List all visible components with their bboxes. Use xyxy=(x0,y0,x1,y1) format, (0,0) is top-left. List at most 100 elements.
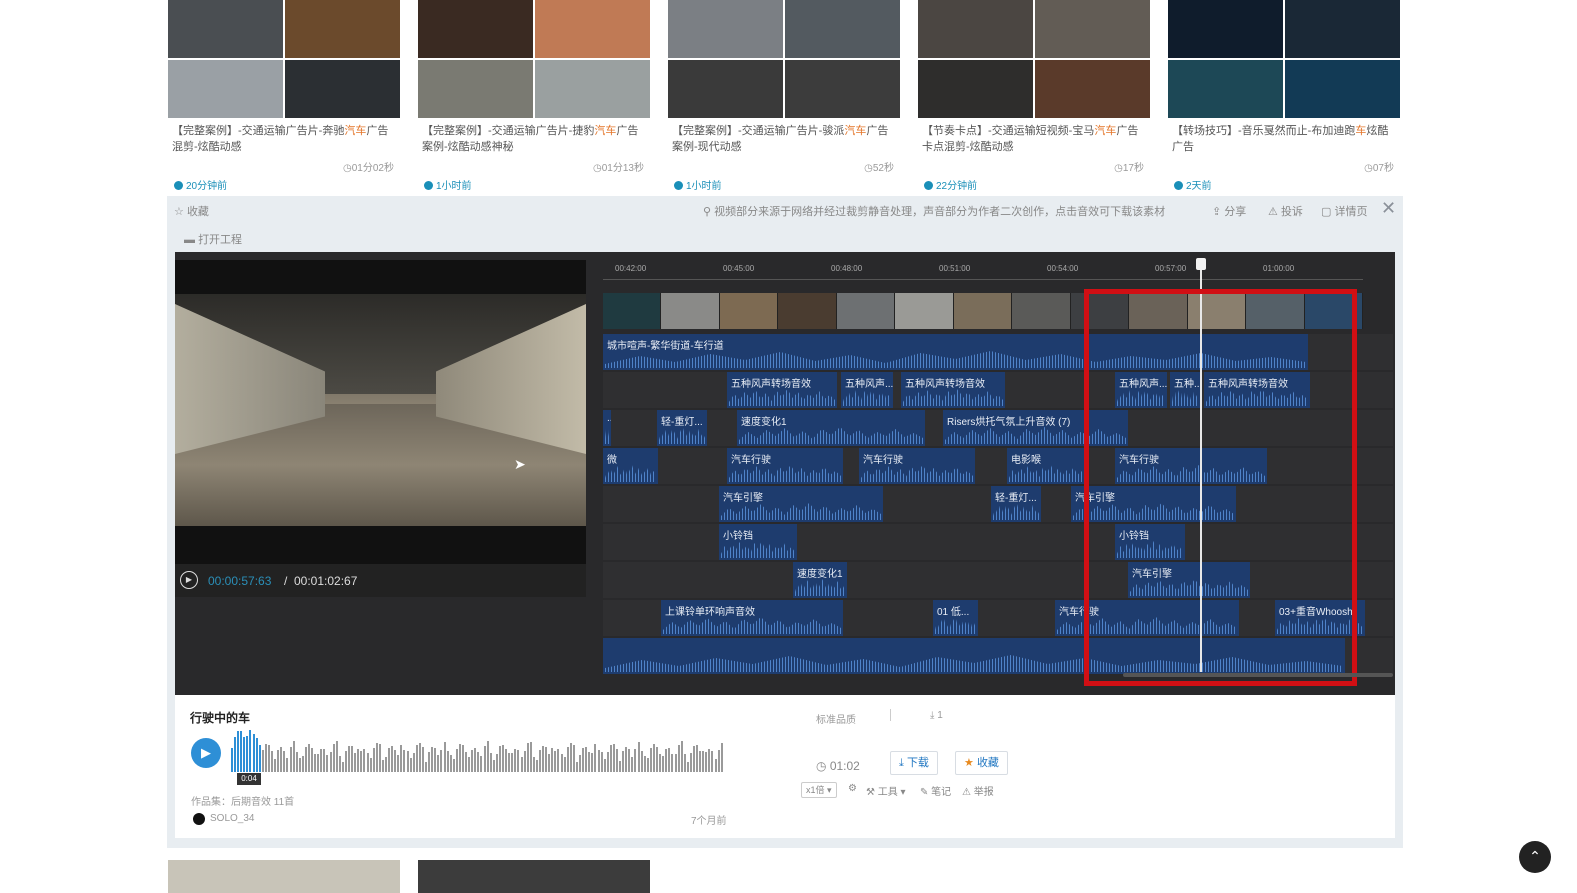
video-clip-thumbnail[interactable] xyxy=(953,293,1013,329)
video-clip-thumbnail[interactable] xyxy=(719,293,779,329)
card-title[interactable]: 【完整案例】-交通运输广告片-骏派汽车广告案例-现代动感 xyxy=(672,123,898,155)
video-card[interactable]: 【完整案例】-交通运输广告片-骏派汽车广告案例-现代动感 ◷52秒 1小时前 xyxy=(668,0,900,196)
card-thumbnail[interactable] xyxy=(168,860,400,893)
audio-clip[interactable]: 上课铃单环响声音效 xyxy=(661,600,843,636)
clip-label: ... xyxy=(607,413,611,424)
audio-clip[interactable]: 五种风声转场音效 xyxy=(901,372,1005,408)
waveform-bar xyxy=(563,756,566,772)
video-clip-thumbnail[interactable] xyxy=(1012,293,1071,329)
playhead-handle[interactable] xyxy=(1196,258,1206,270)
note-link[interactable]: ✎ 笔记 xyxy=(920,783,951,798)
audio-clip[interactable]: 汽车行驶 xyxy=(727,448,843,484)
audio-clip[interactable]: 速度变化1 xyxy=(737,410,925,446)
waveform-bar xyxy=(579,755,582,772)
audio-clip[interactable]: 小铃铛 xyxy=(719,524,797,560)
favorite-button[interactable]: ★ 收藏 xyxy=(955,751,1008,775)
audio-clip[interactable]: 汽车引擎 xyxy=(719,486,883,522)
waveform-bar xyxy=(320,748,323,772)
card-title[interactable]: 【节奏卡点】-交通运输短视频-宝马汽车广告卡点混剪-炫酷动感 xyxy=(922,123,1148,155)
play-icon[interactable]: ▶ xyxy=(180,571,198,589)
scroll-top-button[interactable]: ⌃ xyxy=(1519,841,1551,873)
card-thumbnail[interactable] xyxy=(168,0,400,118)
waveform-bar xyxy=(662,755,665,772)
card-thumbnail[interactable] xyxy=(1168,0,1400,118)
waveform-bar xyxy=(289,747,292,772)
folder-icon: ▬ xyxy=(184,234,195,246)
open-project-link[interactable]: ▬ 打开工程 xyxy=(184,231,242,247)
speed-select[interactable]: x1倍 ▾ xyxy=(801,782,837,798)
report-link[interactable]: ⚠ 投诉 xyxy=(1268,203,1303,219)
waveform-bar xyxy=(640,751,643,772)
video-clip-thumbnail[interactable] xyxy=(836,293,896,329)
card-title[interactable]: 【转场技巧】-音乐戛然而止-布加迪跑车炫酷广告 xyxy=(1172,123,1398,155)
waveform-bar xyxy=(529,741,532,772)
tools-menu[interactable]: ⚒ 工具 ▾ xyxy=(866,783,906,798)
download-button[interactable]: ⤓ 下载 xyxy=(890,751,938,775)
waveform-bar xyxy=(271,750,274,772)
video-clip-thumbnail[interactable] xyxy=(895,293,954,329)
card-thumbnail[interactable] xyxy=(418,0,650,118)
video-clip-thumbnail[interactable] xyxy=(661,293,720,329)
card-thumbnail[interactable] xyxy=(418,860,650,893)
card-title[interactable]: 【完整案例】-交通运输广告片-奔驰汽车广告混剪-炫酷动感 xyxy=(172,123,398,155)
video-card[interactable]: 【完整案例】-交通运输广告片-奔驰汽车广告混剪-炫酷动感 ◷01分02秒 20分… xyxy=(168,0,400,196)
audio-clip[interactable]: 五种风声... xyxy=(841,372,893,408)
waveform-bar xyxy=(418,743,421,772)
divider xyxy=(890,709,891,721)
detail-link[interactable]: ▢ 详情页 xyxy=(1321,203,1367,219)
clip-label: 速度变化1 xyxy=(741,417,787,428)
ruler-tick: 00:48:00 xyxy=(831,264,863,273)
waveform-bar xyxy=(360,751,363,772)
waveform-bar xyxy=(252,734,255,772)
audio-clip[interactable]: 微 xyxy=(603,448,658,484)
video-card[interactable]: 【转场技巧】-音乐戛然而止-布加迪跑车炫酷广告 ◷07秒 2天前 xyxy=(1168,0,1400,196)
collection-text[interactable]: 作品集：后期音效 11首 xyxy=(191,793,294,808)
waveform-bar xyxy=(609,744,612,772)
card-thumbnail[interactable] xyxy=(918,0,1150,118)
waveform-bar xyxy=(388,748,391,772)
waveform-bar xyxy=(415,745,418,772)
favorite-link[interactable]: ☆ 收藏 xyxy=(174,203,209,219)
warning-icon: ⚠ xyxy=(1268,206,1278,218)
audio-clip[interactable]: 电影喉 xyxy=(1007,448,1087,484)
page-icon: ▢ xyxy=(1321,206,1332,218)
video-card[interactable]: 【完整案例】-交通运输广告片-捷豹汽车广告案例-炫酷动感神秘 ◷01分13秒 1… xyxy=(418,0,650,196)
audio-clip[interactable]: 五种风声转场音效 xyxy=(727,372,837,408)
video-card[interactable]: 【节奏卡点】-交通运输短视频-宝马汽车广告卡点混剪-炫酷动感 ◷17秒 22分钟… xyxy=(918,0,1150,196)
waveform-bar xyxy=(274,758,277,772)
waveform-bar xyxy=(680,741,683,772)
waveform-bar xyxy=(659,753,662,772)
waveform-bar xyxy=(622,751,625,772)
audio-clip[interactable]: 轻-重灯... xyxy=(657,410,707,446)
gear-icon[interactable]: ⚙ xyxy=(848,783,857,794)
waveform[interactable] xyxy=(231,728,725,772)
card-thumbnail[interactable] xyxy=(668,0,900,118)
waveform-bar xyxy=(471,749,474,772)
clock-icon: ◷ xyxy=(816,759,827,773)
author-name[interactable]: SOLO_34 xyxy=(210,813,254,824)
timeline-scrollbar[interactable] xyxy=(1123,673,1393,677)
audio-clip[interactable]: ... xyxy=(603,410,611,446)
waveform-bar xyxy=(394,750,397,772)
audio-clip[interactable]: 轻-重灯... xyxy=(991,486,1041,522)
waveform-bar xyxy=(597,750,600,772)
waveform-bar xyxy=(329,752,332,772)
audio-clip[interactable]: 汽车行驶 xyxy=(859,448,975,484)
video-clip-thumbnail[interactable] xyxy=(603,293,662,329)
avatar[interactable] xyxy=(193,813,205,825)
report-sound-link[interactable]: ⚠ 举报 xyxy=(962,783,994,798)
waveform-bar xyxy=(385,756,387,772)
waveform-bar xyxy=(720,742,723,772)
share-link[interactable]: ⇪ 分享 xyxy=(1212,203,1246,219)
play-button[interactable]: ▶ xyxy=(191,738,221,768)
edit-icon: ✎ xyxy=(920,787,929,798)
waveform-bar xyxy=(264,744,267,772)
card-title[interactable]: 【完整案例】-交通运输广告片-捷豹汽车广告案例-炫酷动感神秘 xyxy=(422,123,648,155)
waveform-bar xyxy=(545,747,548,772)
close-icon[interactable]: ✕ xyxy=(1381,198,1396,219)
audio-clip[interactable]: 01 低... xyxy=(933,600,978,636)
audio-clip[interactable]: 速度变化1 xyxy=(793,562,847,598)
video-clip-thumbnail[interactable] xyxy=(778,293,837,329)
timeline-ruler[interactable]: 00:42:00 00:45:00 00:48:00 00:51:00 00:54:00… xyxy=(603,258,1363,280)
clock-icon xyxy=(674,181,683,190)
